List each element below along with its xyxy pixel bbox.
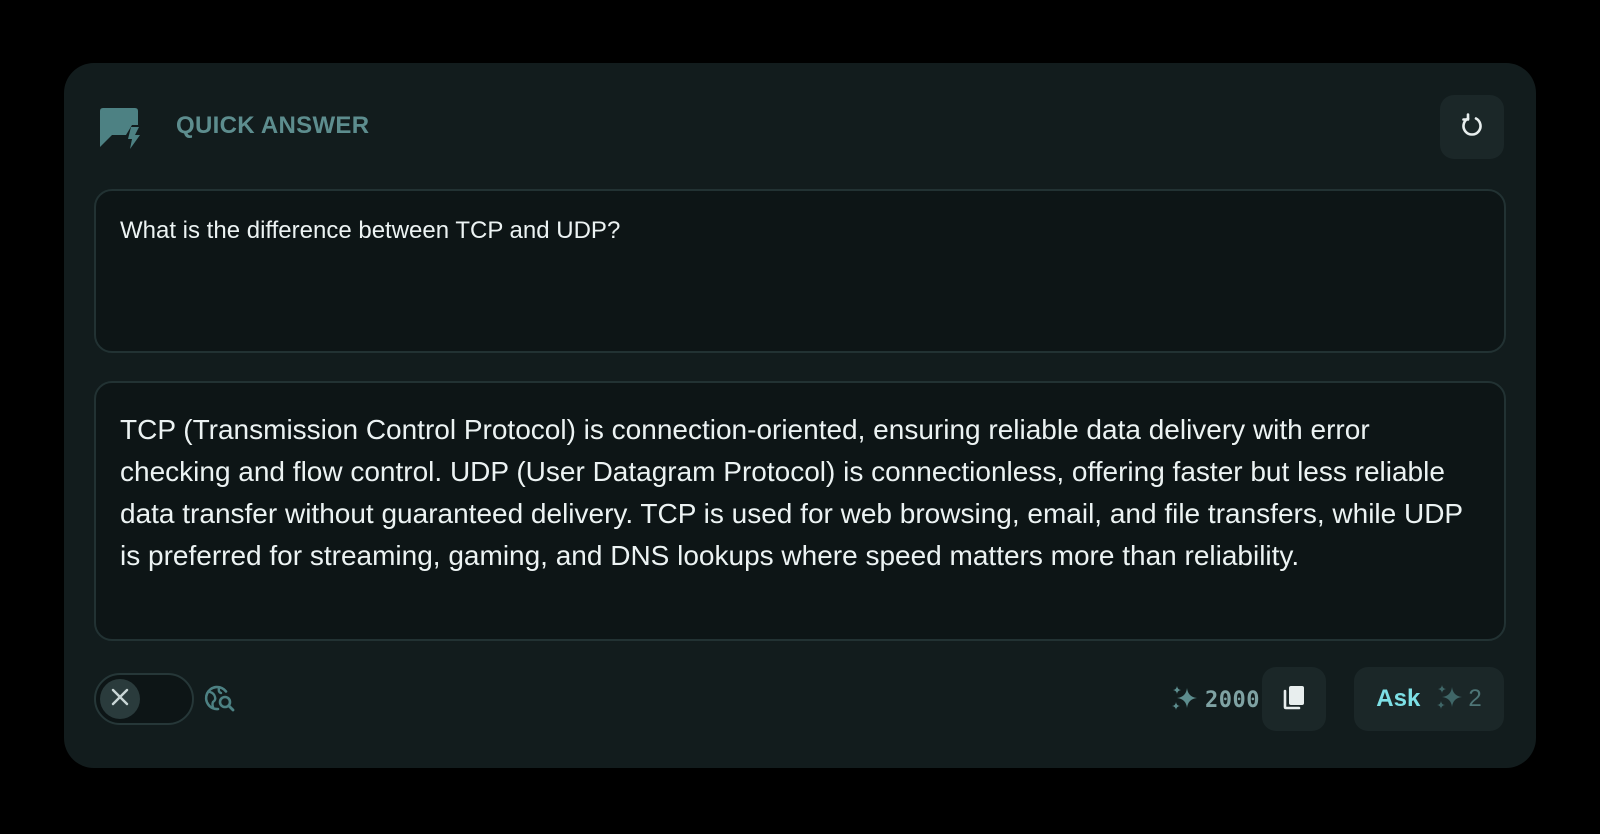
- copy-icon: [1280, 683, 1308, 716]
- answer-box: TCP (Transmission Control Protocol) is c…: [94, 381, 1506, 641]
- ask-button-label: Ask: [1376, 685, 1421, 712]
- credits-value: 2000: [1205, 687, 1260, 713]
- credits-display: 2000: [1171, 685, 1260, 715]
- answer-text: TCP (Transmission Control Protocol) is c…: [120, 414, 1463, 571]
- panel-title: QUICK ANSWER: [176, 112, 370, 139]
- panel-header: QUICK ANSWER: [64, 63, 1536, 187]
- sparkles-icon: [1171, 684, 1199, 717]
- question-input-box[interactable]: What is the difference between TCP and U…: [94, 189, 1506, 353]
- sparkles-icon: [1436, 683, 1464, 716]
- ask-button[interactable]: Ask 2: [1354, 667, 1504, 731]
- web-search-button[interactable]: [204, 683, 236, 715]
- quick-answer-chat-bolt-icon: [98, 107, 142, 151]
- close-icon: [110, 687, 130, 712]
- copy-button[interactable]: [1262, 667, 1326, 731]
- ask-cost: 2: [1436, 683, 1482, 716]
- refresh-icon: [1459, 112, 1485, 143]
- ask-cost-value: 2: [1468, 685, 1482, 712]
- web-search-toggle[interactable]: [94, 673, 194, 725]
- panel-footer: 2000 Ask 2: [64, 667, 1536, 731]
- question-input[interactable]: What is the difference between TCP and U…: [120, 215, 1480, 247]
- toggle-knob: [100, 679, 140, 719]
- globe-search-icon: [204, 685, 236, 719]
- quick-answer-panel: QUICK ANSWER What is the difference betw…: [64, 63, 1536, 768]
- refresh-button[interactable]: [1440, 95, 1504, 159]
